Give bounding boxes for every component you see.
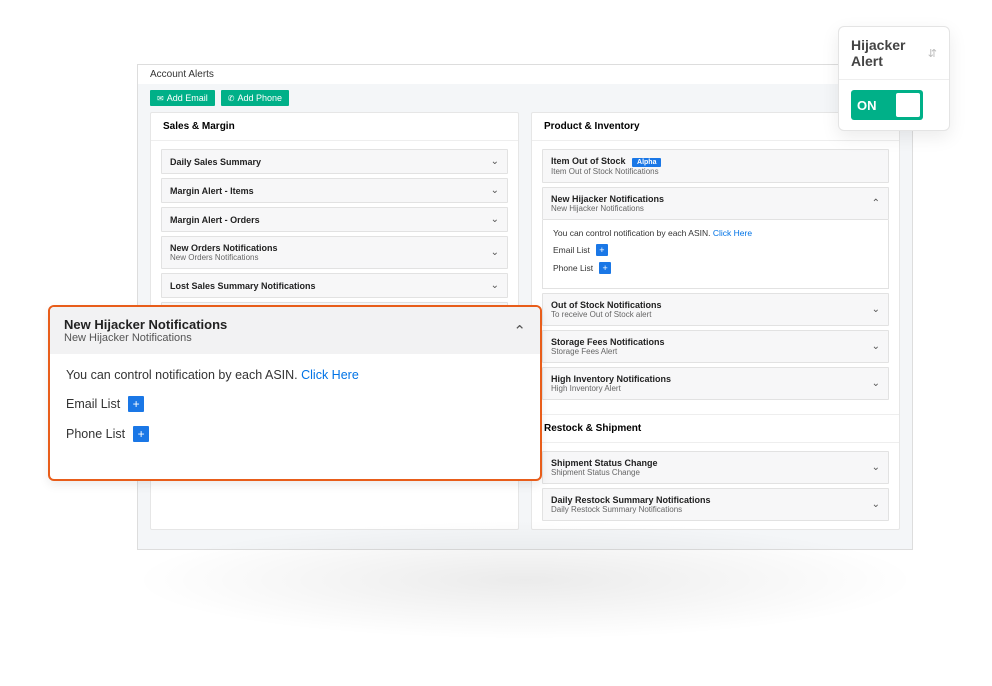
chevron-down-icon: ⌄	[491, 280, 499, 291]
chevron-up-icon[interactable]: ⌃	[513, 322, 526, 340]
email-list-label: Email List	[66, 397, 120, 411]
toggle-title: Hijacker Alert	[851, 37, 928, 69]
add-email-icon[interactable]: +	[596, 244, 608, 256]
callout-subtitle: New Hijacker Notifications	[64, 332, 227, 344]
add-phone-label: Add Phone	[237, 93, 282, 103]
add-phone-icon[interactable]: +	[599, 262, 611, 274]
add-phone-icon[interactable]: +	[133, 426, 149, 442]
product-inventory-column: Product & Inventory Item Out of Stock Al…	[531, 112, 900, 530]
action-bar: ✉ Add Email ✆ Add Phone	[138, 84, 912, 112]
chevron-down-icon: ⌄	[872, 341, 880, 352]
asin-link[interactable]: Click Here	[713, 228, 752, 238]
alert-card-shipment-status[interactable]: Shipment Status Change Shipment Status C…	[542, 451, 889, 484]
alert-card-daily-sales[interactable]: Daily Sales Summary ⌄	[161, 149, 508, 174]
chevron-down-icon: ⌄	[491, 156, 499, 167]
add-email-label: Add Email	[167, 93, 208, 103]
chevron-down-icon: ⌄	[491, 247, 499, 258]
phone-list-label: Phone List	[66, 427, 125, 441]
callout-title: New Hijacker Notifications	[64, 317, 227, 332]
alert-card-restock-summary[interactable]: Daily Restock Summary Notifications Dail…	[542, 488, 889, 521]
sort-icon[interactable]: ⇵	[928, 47, 937, 60]
hijacker-toggle-card: Hijacker Alert ⇵ ON	[838, 26, 950, 131]
column-header: Sales & Margin	[151, 113, 518, 141]
asin-link[interactable]: Click Here	[301, 368, 359, 382]
alert-card-storage-fees[interactable]: Storage Fees Notifications Storage Fees …	[542, 330, 889, 363]
alert-card-margin-orders[interactable]: Margin Alert - Orders ⌄	[161, 207, 508, 232]
column-header: Restock & Shipment	[532, 414, 899, 443]
chevron-down-icon: ⌄	[491, 185, 499, 196]
chevron-down-icon: ⌄	[491, 214, 499, 225]
panel-title: Account Alerts	[138, 65, 912, 84]
email-icon: ✉	[157, 94, 164, 103]
chevron-down-icon: ⌄	[872, 304, 880, 315]
alert-card-oos[interactable]: Out of Stock Notifications To receive Ou…	[542, 293, 889, 326]
hijacker-toggle[interactable]: ON	[851, 90, 923, 120]
toggle-state: ON	[857, 98, 877, 113]
alert-card-new-orders[interactable]: New Orders Notifications New Orders Noti…	[161, 236, 508, 269]
add-email-icon[interactable]: +	[128, 396, 144, 412]
phone-icon: ✆	[228, 94, 235, 103]
hijacker-callout: New Hijacker Notifications New Hijacker …	[48, 305, 542, 481]
alert-card-lost-sales[interactable]: Lost Sales Summary Notifications ⌄	[161, 273, 508, 298]
hijacker-expanded: You can control notification by each ASI…	[542, 220, 889, 289]
add-phone-button[interactable]: ✆ Add Phone	[221, 90, 289, 106]
chevron-down-icon: ⌄	[872, 378, 880, 389]
chevron-down-icon: ⌄	[872, 499, 880, 510]
chevron-up-icon: ⌃	[872, 198, 880, 209]
alert-card-hijacker[interactable]: New Hijacker Notifications New Hijacker …	[542, 187, 889, 220]
alert-card-margin-items[interactable]: Margin Alert - Items ⌄	[161, 178, 508, 203]
alpha-badge: Alpha	[632, 158, 661, 167]
alert-card-item-oos[interactable]: Item Out of Stock Alpha Item Out of Stoc…	[542, 149, 889, 183]
toggle-knob	[896, 93, 920, 117]
add-email-button[interactable]: ✉ Add Email	[150, 90, 215, 106]
alert-card-high-inventory[interactable]: High Inventory Notifications High Invent…	[542, 367, 889, 400]
chevron-down-icon: ⌄	[872, 462, 880, 473]
